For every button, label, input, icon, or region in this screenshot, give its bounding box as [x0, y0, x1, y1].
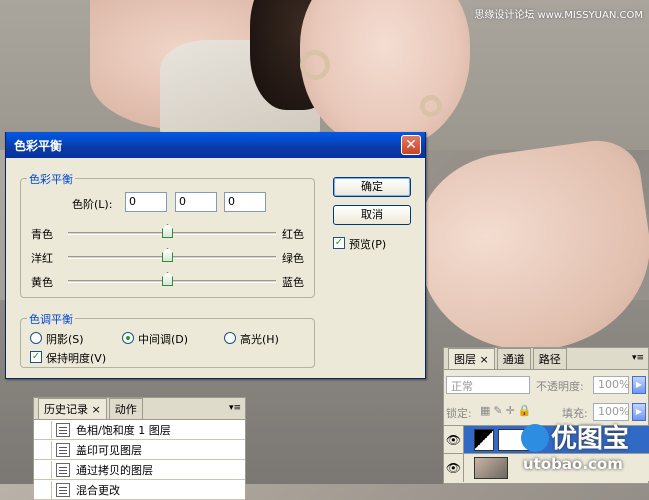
lock-label: 锁定: [446, 407, 472, 420]
history-tabs: 历史记录 × 动作 ▾≡ [34, 398, 245, 420]
slider-yellow-label: 黄色 [31, 276, 53, 289]
levels-label: 色阶(L): [72, 198, 113, 211]
panel-menu-icon[interactable]: ▾≡ [229, 403, 241, 413]
preview-label: 预览(P) [349, 238, 387, 251]
history-panel: 历史记录 × 动作 ▾≡ 色相/饱和度 1 图层 盖印可见图层 通过拷贝的图层 … [33, 397, 246, 500]
opacity-label: 不透明度: [536, 380, 584, 393]
cancel-button[interactable]: 取消 [333, 205, 411, 225]
slider-magenta-label: 洋红 [31, 252, 53, 265]
visibility-eye-icon[interactable]: 👁 [444, 425, 464, 454]
visibility-eye-icon[interactable]: 👁 [444, 453, 464, 482]
tone-balance-group-title: 色调平衡 [27, 311, 75, 327]
history-item[interactable]: 色相/饱和度 1 图层 [34, 420, 245, 440]
site-watermark: 思缘设计论坛 www.MISSYUAN.COM [474, 10, 643, 21]
highlights-radio[interactable] [224, 332, 236, 344]
preserve-luminosity-checkbox[interactable]: ✓ [30, 351, 42, 363]
history-item[interactable]: 通过拷贝的图层 [34, 460, 245, 480]
history-state-icon [56, 422, 70, 437]
preserve-luminosity-label: 保持明度(V) [46, 352, 107, 365]
adjustment-layer-icon [474, 428, 494, 451]
tab-channels[interactable]: 通道 [496, 348, 531, 369]
level-input-cyan-red[interactable]: 0 [125, 192, 167, 212]
color-balance-group-title: 色彩平衡 [27, 171, 75, 187]
shadows-radio[interactable] [30, 332, 42, 344]
highlights-label: 高光(H) [240, 333, 279, 346]
tab-layers[interactable]: 图层 × [448, 348, 495, 369]
layer-thumbnail [474, 456, 508, 479]
layers-tabs: 图层 × 通道 路径 ▾≡ [444, 348, 648, 370]
color-balance-dialog: 色彩平衡 ✕ 色彩平衡 色阶(L): 0 0 0 青色 红色 洋红 绿色 黄色 … [5, 132, 426, 379]
preview-checkbox[interactable]: ✓ [333, 237, 345, 249]
slider-red-label: 红色 [282, 228, 304, 241]
dialog-title: 色彩平衡 [14, 138, 63, 153]
slider-green-label: 绿色 [282, 252, 304, 265]
opacity-input[interactable]: 100% [593, 376, 629, 394]
shadows-label: 阴影(S) [46, 333, 84, 346]
lock-icons[interactable]: ▦✎✛🔒 [480, 404, 540, 417]
close-button[interactable]: ✕ [401, 135, 421, 155]
ok-button[interactable]: 确定 [333, 177, 411, 197]
history-state-icon [56, 482, 70, 497]
site-logo: 优图宝 utobao.com [523, 424, 630, 473]
tab-actions[interactable]: 动作 [108, 398, 143, 419]
midtones-radio[interactable] [122, 332, 134, 344]
history-item[interactable]: 盖印可见图层 [34, 440, 245, 460]
level-input-yellow-blue[interactable]: 0 [224, 192, 266, 212]
blend-mode-select[interactable]: 正常 [446, 376, 530, 394]
dialog-titlebar[interactable]: 色彩平衡 ✕ [6, 132, 425, 158]
opacity-arrow-button[interactable]: ▶ [632, 376, 646, 394]
tab-history[interactable]: 历史记录 × [38, 398, 107, 419]
history-item[interactable]: 混合更改 [34, 480, 245, 500]
slider-blue-label: 蓝色 [282, 276, 304, 289]
fill-arrow-button[interactable]: ▶ [632, 403, 646, 421]
level-input-magenta-green[interactable]: 0 [175, 192, 217, 212]
history-state-icon [56, 462, 70, 477]
layers-menu-icon[interactable]: ▾≡ [632, 353, 644, 363]
slider-cyan-label: 青色 [31, 228, 53, 241]
tab-paths[interactable]: 路径 [532, 348, 567, 369]
history-state-icon [56, 442, 70, 457]
midtones-label: 中间调(D) [138, 333, 189, 346]
